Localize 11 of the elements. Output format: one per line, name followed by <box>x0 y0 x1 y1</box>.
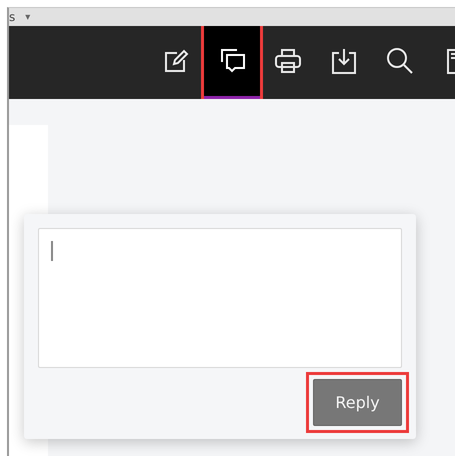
print-icon <box>274 48 302 74</box>
reply-button[interactable]: Reply <box>313 379 402 426</box>
reply-text-field[interactable] <box>38 228 402 368</box>
comments-button[interactable] <box>204 26 260 99</box>
text-cursor <box>51 241 53 261</box>
comments-icon <box>218 47 246 75</box>
edit-icon <box>163 48 189 74</box>
download-icon <box>330 47 358 75</box>
dropdown-caret-icon[interactable]: ▾ <box>25 12 30 22</box>
tab-label: s <box>9 10 16 24</box>
search-icon <box>386 47 414 75</box>
